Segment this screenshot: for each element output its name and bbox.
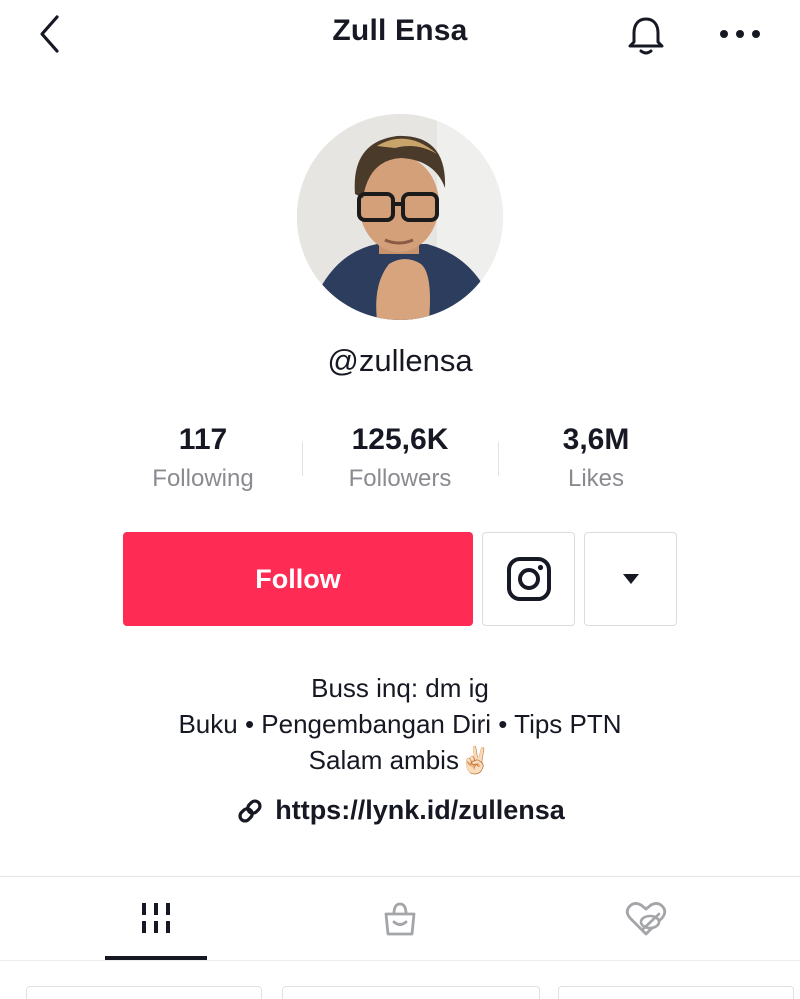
video-thumbnail[interactable] [282, 986, 540, 999]
tab-liked[interactable] [596, 878, 696, 960]
followers-label: Followers [348, 465, 452, 492]
top-bar: Zull Ensa [0, 0, 800, 70]
suggested-accounts-button[interactable] [584, 532, 677, 626]
username: @zullensa [327, 343, 473, 378]
notifications-button[interactable] [622, 12, 670, 58]
stat-likes: 3,6M Likes [496, 420, 696, 498]
bio-line-3: Salam ambis✌🏻 [0, 742, 800, 778]
caret-down-icon [622, 574, 639, 584]
tab-videos[interactable] [105, 878, 207, 960]
link-icon [238, 798, 262, 823]
more-options-button[interactable] [712, 14, 768, 54]
stat-divider [498, 442, 499, 476]
bio: Buss inq: dm ig Buku • Pengembangan Diri… [0, 670, 800, 778]
profile-stats: 117 Following 125,6K Followers 3,6M Like… [0, 420, 800, 500]
page-title: Zull Ensa [332, 14, 468, 47]
follow-button[interactable]: Follow [123, 532, 473, 626]
video-thumbnail[interactable] [558, 986, 794, 999]
stat-followers[interactable]: 125,6K Followers [300, 420, 500, 498]
bell-icon [628, 17, 664, 55]
stat-divider [302, 442, 303, 476]
tab-shop[interactable] [350, 878, 450, 960]
profile-link[interactable]: https://lynk.id/zullensa [0, 795, 800, 826]
more-horizontal-icon [720, 30, 760, 38]
divider [0, 876, 800, 877]
following-count: 117 [178, 423, 228, 456]
instagram-icon [506, 557, 551, 601]
followers-count: 125,6K [351, 423, 449, 456]
bio-line-2: Buku • Pengembangan Diri • Tips PTN [178, 709, 622, 739]
profile-link-text: https://lynk.id/zullensa [275, 795, 565, 825]
likes-label: Likes [567, 465, 625, 492]
avatar[interactable] [297, 114, 503, 320]
victory-hand-emoji: ✌🏻 [458, 745, 492, 775]
following-label: Following [152, 465, 254, 492]
hidden-likes-icon [625, 902, 667, 936]
videos-grid-icon [142, 903, 170, 933]
divider [0, 960, 800, 961]
likes-count: 3,6M [562, 423, 630, 456]
video-thumbnail[interactable] [26, 986, 262, 999]
bio-line-3-text: Salam ambis [308, 745, 459, 775]
shopping-bag-icon [384, 902, 416, 936]
instagram-button[interactable] [482, 532, 575, 626]
bio-line-1: Buss inq: dm ig [311, 673, 489, 703]
stat-following[interactable]: 117 Following [103, 420, 303, 498]
